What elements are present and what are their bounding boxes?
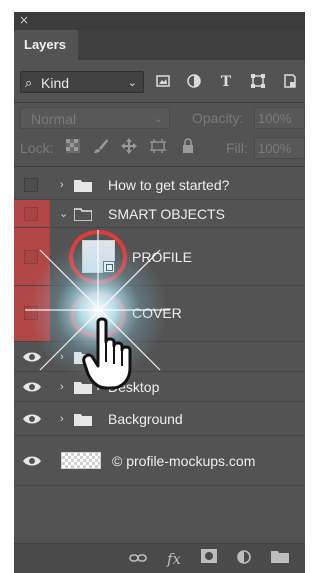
divider	[14, 102, 305, 103]
panel-titlebar: ×	[14, 12, 305, 30]
folder-icon	[74, 352, 92, 364]
lock-all-icon[interactable]	[179, 138, 197, 158]
panel-footer: fx	[14, 543, 305, 573]
close-icon[interactable]: ×	[19, 12, 29, 28]
filter-kind-select[interactable]: ⌕ Kind ⌄	[20, 71, 144, 93]
lock-brush-icon[interactable]	[92, 138, 110, 158]
layer-name: Desktop	[108, 379, 160, 395]
visibility-toggle[interactable]	[14, 228, 50, 285]
layer-row[interactable]: COVER	[14, 286, 305, 342]
adjustment-layer-icon[interactable]	[234, 549, 254, 569]
type-filter-icon[interactable]: T	[217, 73, 235, 91]
smart-object-filter-icon[interactable]	[281, 73, 299, 91]
hidden-indicator	[24, 250, 38, 264]
blend-row: Normal ⌄ Opacity: 100%	[14, 104, 305, 132]
eye-icon[interactable]	[22, 351, 42, 363]
layer-row[interactable]: ⌄ SMART OBJECTS	[14, 200, 305, 228]
eye-icon[interactable]	[22, 413, 42, 425]
shape-filter-icon[interactable]	[249, 73, 267, 91]
divider	[14, 166, 305, 167]
layer-row[interactable]: › How to get started?	[14, 170, 305, 200]
folder-icon	[74, 382, 92, 394]
opacity-field[interactable]: 100%	[254, 107, 305, 129]
eye-icon[interactable]	[22, 381, 42, 393]
blend-mode-select[interactable]: Normal ⌄	[20, 107, 170, 129]
layer-row[interactable]: › Desktop	[14, 372, 305, 402]
layer-name: How to get started?	[108, 177, 230, 193]
visibility-toggle[interactable]	[14, 286, 50, 341]
chevron-down-icon: ⌄	[153, 113, 163, 125]
lock-move-icon[interactable]	[120, 138, 138, 158]
filter-kind-label: Kind	[41, 75, 70, 91]
filter-row: ⌕ Kind ⌄ T	[14, 60, 305, 102]
tab-bar: Layers	[14, 30, 305, 60]
search-icon: ⌕	[25, 75, 33, 90]
layer-name: COVER	[132, 305, 182, 321]
layer-name: Background	[108, 411, 183, 427]
highlight-ring	[69, 230, 127, 284]
opacity-label: Opacity:	[192, 110, 244, 126]
chevron-right-icon[interactable]: ›	[60, 350, 64, 364]
new-group-icon[interactable]	[270, 549, 290, 569]
link-icon[interactable]	[128, 549, 148, 569]
hidden-indicator	[24, 306, 38, 320]
layers-panel: × Layers ⌕ Kind ⌄ T Normal ⌄ Opacity: 10…	[14, 12, 305, 573]
highlight-ring	[70, 292, 126, 338]
layer-row[interactable]: ›	[14, 342, 305, 372]
lock-artboard-icon[interactable]	[149, 138, 167, 158]
image-filter-icon[interactable]	[154, 73, 172, 91]
hidden-indicator	[24, 207, 38, 221]
layer-name: SMART OBJECTS	[108, 206, 225, 222]
fill-label: Fill:	[226, 140, 248, 156]
chevron-down-icon[interactable]: ⌄	[59, 207, 68, 221]
tab-layers[interactable]: Layers	[14, 30, 78, 60]
mask-icon[interactable]	[199, 549, 219, 569]
visibility-toggle[interactable]	[14, 200, 50, 227]
lock-label: Lock:	[20, 140, 54, 156]
chevron-right-icon[interactable]: ›	[60, 178, 64, 192]
fill-field[interactable]: 100%	[254, 137, 305, 159]
layer-row[interactable]: › Background	[14, 402, 305, 436]
adjustment-filter-icon[interactable]	[185, 73, 203, 91]
chevron-right-icon[interactable]: ›	[60, 412, 64, 426]
chevron-down-icon: ⌄	[127, 77, 137, 89]
lock-row: Lock: Fill: 100%	[14, 134, 305, 162]
folder-icon	[74, 414, 92, 426]
eye-icon[interactable]	[22, 455, 42, 467]
hidden-indicator	[24, 178, 38, 192]
layer-thumbnail	[61, 452, 101, 469]
chevron-right-icon[interactable]: ›	[60, 380, 64, 394]
folder-open-icon	[74, 208, 92, 221]
layer-row[interactable]: © profile-mockups.com	[14, 436, 305, 486]
layer-row[interactable]: PROFILE	[14, 228, 305, 286]
blend-mode-label: Normal	[31, 111, 77, 127]
lock-transparency-icon[interactable]	[64, 138, 82, 158]
folder-icon	[74, 180, 92, 192]
layer-name: © profile-mockups.com	[112, 453, 256, 469]
layer-name: PROFILE	[132, 249, 192, 265]
fx-icon[interactable]: fx	[164, 549, 184, 569]
visibility-toggle[interactable]	[14, 170, 50, 199]
